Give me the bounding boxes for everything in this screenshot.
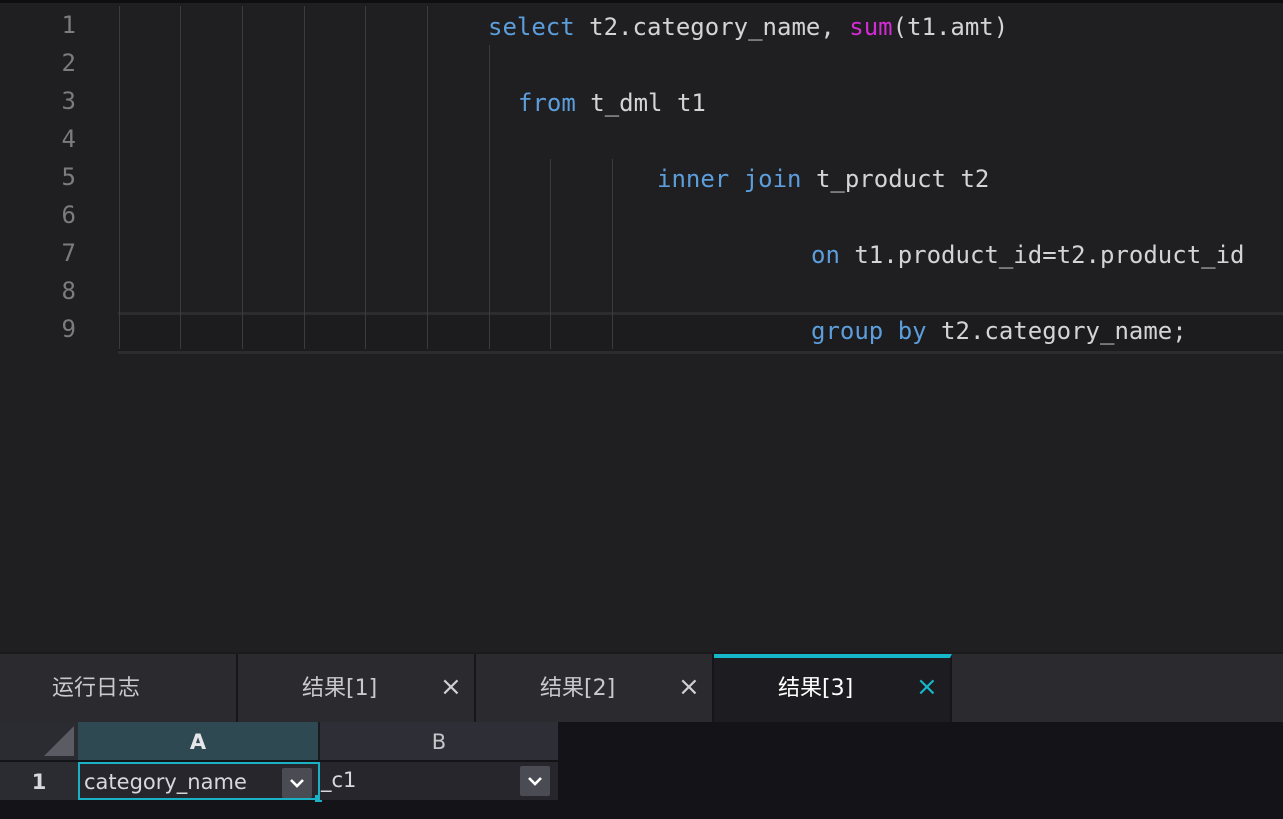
column-header-b[interactable]: B bbox=[320, 722, 558, 760]
sql-editor[interactable]: 1 2 3 4 5 6 7 8 9 select t2.category_nam… bbox=[0, 0, 1283, 652]
sql-text: t2.category_name, bbox=[574, 13, 850, 41]
indent-guide bbox=[489, 45, 490, 349]
column-header-a[interactable]: A bbox=[78, 722, 320, 760]
code-line-5[interactable]: inner join t_product t2 bbox=[657, 160, 989, 198]
indent-guide bbox=[365, 6, 366, 349]
cell-value: _c1 bbox=[321, 768, 357, 792]
indent-guide bbox=[612, 159, 613, 349]
result-tab-bar: 运行日志 结果[1] × 结果[2] × 结果[3] × bbox=[0, 652, 1283, 722]
tab-run-log[interactable]: 运行日志 bbox=[0, 654, 238, 722]
select-all-corner[interactable] bbox=[0, 722, 78, 760]
indent-guide bbox=[242, 6, 243, 349]
line-number: 2 bbox=[61, 49, 76, 77]
tab-label: 结果[3] bbox=[778, 676, 854, 701]
chevron-down-icon[interactable] bbox=[520, 766, 550, 796]
line-number: 8 bbox=[61, 277, 76, 305]
sql-keyword: inner bbox=[657, 165, 730, 193]
code-line-1[interactable]: select t2.category_name, sum(t1.amt) bbox=[488, 8, 1008, 46]
line-number: 9 bbox=[61, 315, 76, 343]
line-number: 1 bbox=[61, 11, 76, 39]
sql-text: t_product t2 bbox=[801, 165, 990, 193]
sql-text: t_dml t1 bbox=[575, 89, 706, 117]
sql-text: t1.product_id=t2.product_id bbox=[839, 241, 1245, 269]
sql-keyword: join bbox=[743, 165, 802, 193]
tab-label: 结果[2] bbox=[540, 676, 616, 701]
row-header-1[interactable]: 1 bbox=[0, 762, 78, 800]
cell-value: category_name bbox=[84, 770, 247, 794]
sql-text: t2.category_name; bbox=[926, 317, 1187, 345]
chevron-down-icon[interactable] bbox=[282, 768, 312, 798]
sql-keyword: on bbox=[811, 241, 840, 269]
line-number: 7 bbox=[61, 239, 76, 267]
indent-guide bbox=[427, 6, 428, 349]
code-line-3[interactable]: from t_dml t1 bbox=[518, 84, 706, 122]
sql-keyword: group bbox=[811, 317, 884, 345]
line-number: 6 bbox=[61, 201, 76, 229]
sql-function: sum bbox=[849, 13, 893, 41]
code-line-7[interactable]: on t1.product_id=t2.product_id bbox=[811, 236, 1244, 274]
indent-guide bbox=[119, 6, 120, 349]
tab-label: 结果[1] bbox=[302, 676, 378, 701]
cell-b1[interactable]: _c1 bbox=[320, 762, 558, 800]
sql-text: (t1.amt) bbox=[892, 13, 1009, 41]
close-icon[interactable]: × bbox=[440, 672, 462, 702]
line-number: 5 bbox=[61, 163, 76, 191]
corner-triangle-icon bbox=[44, 726, 74, 756]
sql-keyword: by bbox=[897, 317, 927, 345]
indent-guide bbox=[304, 6, 305, 349]
close-icon[interactable]: × bbox=[678, 672, 700, 702]
indent-guide bbox=[180, 6, 181, 349]
sql-keyword: from bbox=[518, 89, 576, 117]
code-line-9[interactable]: group by t2.category_name; bbox=[811, 312, 1187, 350]
tab-label: 运行日志 bbox=[52, 676, 141, 701]
tab-result-1[interactable]: 结果[1] × bbox=[238, 654, 476, 722]
sql-keyword: select bbox=[488, 13, 575, 41]
close-icon[interactable]: × bbox=[916, 672, 938, 702]
cell-a1[interactable]: category_name bbox=[78, 762, 320, 800]
line-number: 3 bbox=[61, 87, 76, 115]
tab-result-2[interactable]: 结果[2] × bbox=[476, 654, 714, 722]
indent-guide bbox=[550, 159, 551, 349]
tab-result-3[interactable]: 结果[3] × bbox=[714, 654, 952, 722]
line-number: 4 bbox=[61, 125, 76, 153]
result-grid: A B 1 category_name _c1 bbox=[0, 722, 1283, 819]
